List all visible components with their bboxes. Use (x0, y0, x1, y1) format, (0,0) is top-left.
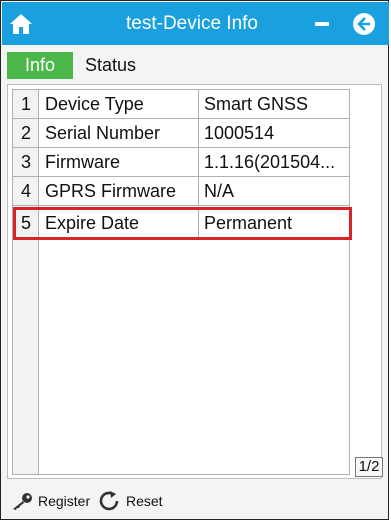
key-icon (13, 493, 32, 510)
table-row[interactable]: 5 Expire Date Permanent (13, 208, 349, 239)
field-name: Device Type (45, 94, 144, 114)
field-name: Expire Date (45, 213, 140, 233)
tab-info[interactable]: Info (7, 52, 73, 79)
register-button[interactable]: Register (10, 487, 90, 515)
field-value: N/A (198, 177, 346, 205)
row-number: 5 (20, 213, 31, 233)
minimize-icon[interactable] (315, 22, 329, 26)
table-row[interactable]: 2 Serial Number 1000514 (13, 119, 349, 148)
row-number: 4 (20, 181, 31, 201)
back-arrow-icon (357, 17, 370, 31)
register-label: Register (38, 493, 91, 509)
info-table: 1 Device Type Smart GNSS 2 Serial Number… (12, 89, 352, 475)
field-value: Smart GNSS (198, 90, 346, 118)
field-name: GPRS Firmware (45, 181, 177, 201)
table-row[interactable]: 3 Firmware 1.1.16(201504... (13, 148, 349, 177)
field-name: Firmware (45, 152, 120, 172)
row-number: 1 (20, 94, 31, 114)
row-number: 2 (20, 123, 31, 143)
device-info-window: test-Device Info Info Status 1 Device Ty… (0, 0, 389, 520)
back-button[interactable] (353, 13, 375, 35)
field-value: 1000514 (198, 119, 346, 147)
info-panel: 1 Device Type Smart GNSS 2 Serial Number… (7, 84, 383, 479)
reset-label: Reset (126, 493, 163, 509)
reset-button[interactable]: Reset (98, 487, 163, 515)
bottom-toolbar: Register Reset (2, 483, 389, 519)
window-title: test-Device Info (126, 13, 258, 34)
home-icon (10, 14, 32, 34)
table-row[interactable]: 4 GPRS Firmware N/A (13, 177, 349, 206)
home-button[interactable] (8, 11, 34, 37)
field-value: 1.1.16(201504... (198, 148, 346, 176)
page-indicator-button[interactable]: 1/2 (355, 457, 383, 477)
field-value: Permanent (198, 208, 346, 238)
row-number: 3 (20, 152, 31, 172)
refresh-icon (99, 491, 119, 511)
field-name: Serial Number (45, 123, 161, 143)
tab-status[interactable]: Status (85, 52, 165, 79)
title-bar: test-Device Info (2, 2, 389, 45)
table-row[interactable]: 1 Device Type Smart GNSS (13, 90, 349, 119)
